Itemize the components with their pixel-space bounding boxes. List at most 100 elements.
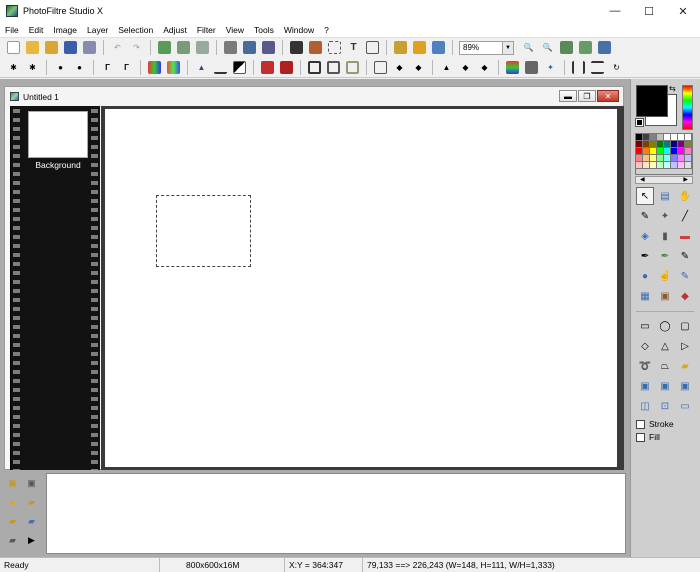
- levels-icon[interactable]: ▲: [195, 61, 208, 74]
- document-minimize-button[interactable]: ▬: [559, 90, 577, 102]
- crop-icon[interactable]: [262, 41, 275, 54]
- landscape-icon[interactable]: ▲: [440, 61, 453, 74]
- color-balance-icon[interactable]: [506, 61, 519, 74]
- palette-swatch[interactable]: [650, 148, 657, 155]
- rectangular-selection[interactable]: [156, 195, 251, 267]
- fit-screen-icon[interactable]: [579, 41, 592, 54]
- contrast-down-icon[interactable]: ●: [54, 61, 67, 74]
- contrast-up-icon[interactable]: ●: [73, 61, 86, 74]
- auto-levels-icon[interactable]: [261, 61, 274, 74]
- gamma-down-icon[interactable]: Γ: [101, 61, 114, 74]
- menu-adjust[interactable]: Adjust: [158, 25, 192, 35]
- rotate-icon[interactable]: ↻: [610, 61, 623, 74]
- pencil-tool-icon[interactable]: ✎: [676, 247, 694, 265]
- fill-option[interactable]: Fill: [636, 432, 660, 442]
- close-button[interactable]: ✕: [666, 0, 700, 22]
- open-folder-icon[interactable]: [26, 41, 39, 54]
- fullscreen-icon[interactable]: [598, 41, 611, 54]
- image-size-icon[interactable]: [224, 41, 237, 54]
- emboss-icon[interactable]: ◆: [459, 61, 472, 74]
- select-all-icon[interactable]: ▣: [636, 377, 654, 395]
- chevron-right-icon[interactable]: ▶: [683, 177, 688, 183]
- ellipse-shape-icon[interactable]: ◯: [656, 317, 674, 335]
- curves-icon[interactable]: [214, 61, 227, 74]
- palette-swatch[interactable]: [664, 134, 671, 141]
- border-icon[interactable]: [309, 41, 322, 54]
- document-close-button[interactable]: ✕: [597, 90, 619, 102]
- image-list-icon[interactable]: ▰: [6, 534, 19, 547]
- color-spectrum[interactable]: [682, 85, 693, 130]
- selection-transform-icon[interactable]: ⊡: [656, 397, 674, 415]
- red-eye-tool-icon[interactable]: ◆: [676, 287, 694, 305]
- play-icon[interactable]: ▶: [25, 534, 38, 547]
- auto-contrast-icon[interactable]: [280, 61, 293, 74]
- frame-icon[interactable]: [290, 41, 303, 54]
- folder-refresh-icon[interactable]: ▰: [25, 496, 38, 509]
- clone-tool-icon[interactable]: ▣: [656, 287, 674, 305]
- select-inverse-icon[interactable]: ▣: [676, 377, 694, 395]
- palette-swatch[interactable]: [650, 141, 657, 148]
- fill-checkbox[interactable]: [636, 432, 645, 442]
- selection-icon[interactable]: [328, 41, 341, 54]
- blur-tool-icon[interactable]: ●: [636, 267, 654, 285]
- explorer-area[interactable]: [46, 473, 626, 554]
- brush-tool-icon[interactable]: ✒: [636, 247, 654, 265]
- saturation-up-icon[interactable]: [167, 61, 180, 74]
- zoom-select[interactable]: 89% ▼: [459, 40, 514, 55]
- palette-scroller[interactable]: ◀ ▶: [635, 176, 693, 184]
- image-canvas[interactable]: [105, 109, 617, 467]
- palette-swatch[interactable]: [657, 148, 664, 155]
- palette-swatch[interactable]: [685, 148, 692, 155]
- palette-swatch[interactable]: [650, 155, 657, 162]
- menu-view[interactable]: View: [221, 25, 249, 35]
- save-icon[interactable]: [64, 41, 77, 54]
- palette-swatch[interactable]: [685, 155, 692, 162]
- menu-file[interactable]: File: [0, 25, 24, 35]
- folder-copy-icon[interactable]: ▰: [25, 515, 38, 528]
- zoom-out-icon[interactable]: 🔍: [541, 41, 554, 54]
- advanced-brush-tool-icon[interactable]: ✒: [656, 247, 674, 265]
- palette-swatch[interactable]: [664, 162, 671, 169]
- palette-swatch[interactable]: [671, 141, 678, 148]
- gamma-up-icon[interactable]: Γ: [120, 61, 133, 74]
- chevron-down-icon[interactable]: ▼: [502, 40, 514, 55]
- load-shape-icon[interactable]: ▰: [676, 357, 694, 375]
- minimize-button[interactable]: —: [598, 0, 632, 22]
- triangle-right-shape-icon[interactable]: ▷: [676, 337, 694, 355]
- palette-swatch[interactable]: [685, 134, 692, 141]
- undo-icon[interactable]: ↶: [111, 41, 124, 54]
- palette-swatch[interactable]: [664, 155, 671, 162]
- selection-bounds-icon[interactable]: ◫: [636, 397, 654, 415]
- open-image-icon[interactable]: [45, 41, 58, 54]
- pointer-tool-icon[interactable]: ↖: [636, 187, 654, 205]
- palette-swatch[interactable]: [678, 141, 685, 148]
- sparkle-icon[interactable]: ✦: [544, 61, 557, 74]
- redo-icon[interactable]: ↷: [130, 41, 143, 54]
- magic-wand-tool-icon[interactable]: ✦: [656, 207, 674, 225]
- sharpen-icon[interactable]: [327, 61, 340, 74]
- folder-up-icon[interactable]: ▰: [6, 496, 19, 509]
- triangle-shape-icon[interactable]: △: [656, 337, 674, 355]
- palette-swatch[interactable]: [678, 162, 685, 169]
- paste-layer-icon[interactable]: [177, 41, 190, 54]
- rectangle-shape-icon[interactable]: ▭: [636, 317, 654, 335]
- palette-swatch[interactable]: [657, 134, 664, 141]
- palette-swatch[interactable]: [650, 134, 657, 141]
- plugins-icon[interactable]: [413, 41, 426, 54]
- pattern-tool-icon[interactable]: ▦: [636, 287, 654, 305]
- palette-swatch[interactable]: [671, 155, 678, 162]
- smudge-tool-icon[interactable]: ☝: [656, 267, 674, 285]
- menu-window[interactable]: Window: [279, 25, 319, 35]
- brightness-up-icon[interactable]: ✱: [26, 61, 39, 74]
- tree-collapse-icon[interactable]: ▣: [25, 477, 38, 490]
- palette-swatch[interactable]: [664, 141, 671, 148]
- palette-swatch[interactable]: [643, 155, 650, 162]
- palette-swatch[interactable]: [636, 155, 643, 162]
- palette-swatch[interactable]: [671, 134, 678, 141]
- palette-swatch[interactable]: [643, 134, 650, 141]
- grayscale-icon[interactable]: [525, 61, 538, 74]
- palette-swatch[interactable]: [650, 162, 657, 169]
- canvas-size-icon[interactable]: [243, 41, 256, 54]
- print-icon[interactable]: [83, 41, 96, 54]
- flip-vertical-icon[interactable]: [591, 61, 604, 74]
